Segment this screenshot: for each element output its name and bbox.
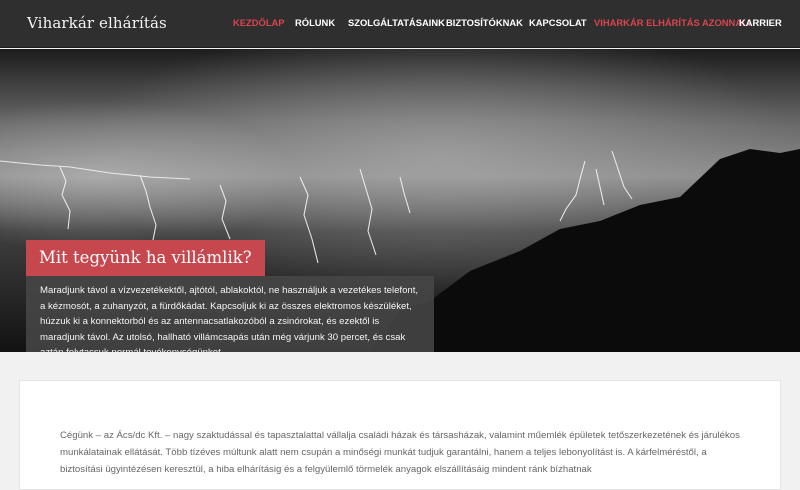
- hero-title: Mit tegyünk ha villámlik?: [26, 240, 265, 276]
- intro-card: Cégünk – az Ács/dc Kft. – nagy szaktudás…: [19, 380, 781, 490]
- hero-slider: Mit tegyünk ha villámlik? Maradjunk távo…: [0, 49, 800, 352]
- intro-text: Cégünk – az Ács/dc Kft. – nagy szaktudás…: [60, 430, 740, 475]
- nav-item-viharkar-azonnal[interactable]: VIHARKÁR ELHÁRÍTÁS AZONNAL!: [594, 17, 751, 28]
- hero-description: Maradjunk távol a vízvezetékektől, ajtót…: [26, 276, 434, 352]
- nav-item-karrier[interactable]: KARRIER: [739, 17, 782, 28]
- nav-item-kezdolap[interactable]: KEZDŐLAP: [233, 17, 285, 28]
- nav-item-biztositoknak[interactable]: BIZTOSÍTÓKNAK: [446, 17, 523, 28]
- nav-item-kapcsolat[interactable]: KAPCSOLAT: [529, 17, 587, 28]
- main-nav: KEZDŐLAP RÓLUNK SZOLGÁLTATÁSAINK BIZTOSÍ…: [0, 17, 800, 31]
- nav-item-szolgaltatasaink[interactable]: SZOLGÁLTATÁSAINK: [348, 17, 445, 28]
- nav-item-rolunk[interactable]: RÓLUNK: [295, 17, 335, 28]
- top-navbar: Viharkár elhárítás KEZDŐLAP RÓLUNK SZOLG…: [0, 0, 800, 48]
